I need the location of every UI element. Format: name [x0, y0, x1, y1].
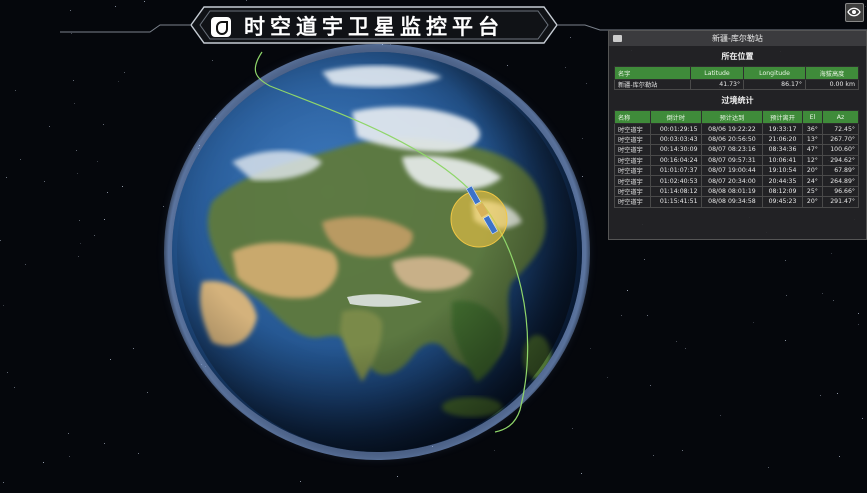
table-cell: 19:10:54 — [762, 164, 803, 177]
table-cell: 00:01:29:15 — [649, 123, 702, 135]
table-cell: 20° — [801, 196, 824, 208]
panel-header: 新疆-库尔勒站 — [609, 31, 866, 46]
camera-icon[interactable] — [613, 35, 622, 42]
eye-icon — [847, 7, 861, 17]
table-cell: 10:06:41 — [762, 154, 803, 166]
table-cell: 时空道宇 — [614, 175, 651, 187]
visibility-toggle-button[interactable] — [845, 3, 864, 22]
column-header: Longitude — [743, 66, 806, 80]
table-cell: 新疆-库尔勒站 — [614, 78, 691, 91]
table-cell: 67.89° — [822, 164, 859, 177]
table-cell: 08/08 09:34:58 — [700, 196, 764, 208]
table-cell: 36° — [801, 123, 824, 135]
table-cell: 08/06 20:56:50 — [700, 133, 764, 146]
column-header: 倒计时 — [649, 110, 702, 125]
table-cell: 00:14:30:09 — [649, 144, 702, 156]
table-row: 新疆-库尔勒站 41.73° 86.17° 0.00 km — [614, 78, 860, 91]
table-row[interactable]: 时空道宇 00:14:30:09 08/07 08:23:16 08:34:36 47°… — [614, 144, 859, 156]
table-cell: 时空道宇 — [614, 154, 651, 166]
table-row[interactable]: 时空道宇 00:16:04:24 08/07 09:57:31 10:06:41 12°… — [614, 154, 859, 166]
table-row[interactable]: 时空道宇 00:03:03:43 08/06 20:56:50 21:06:20 13°… — [614, 133, 859, 146]
table-cell: 19:33:17 — [762, 123, 803, 135]
table-cell: 时空道宇 — [614, 144, 651, 156]
table-cell: 时空道宇 — [614, 123, 651, 135]
table-cell: 100.60° — [822, 144, 859, 156]
table-cell: 00:03:03:43 — [649, 133, 702, 146]
table-cell: 41.73° — [689, 78, 745, 91]
table-cell: 24° — [801, 175, 824, 187]
table-cell: 96.66° — [822, 185, 859, 198]
table-cell: 时空道宇 — [614, 164, 651, 177]
table-cell: 72.45° — [822, 123, 859, 135]
table-cell: 13° — [801, 133, 824, 146]
table-cell: 86.17° — [743, 78, 806, 91]
table-row[interactable]: 时空道宇 01:02:40:53 08/07 20:34:00 20:44:35 24°… — [614, 175, 859, 187]
table-cell: 21:06:20 — [762, 133, 803, 146]
column-header: 名字 — [614, 66, 691, 80]
column-header: 海拔高度 — [804, 66, 860, 80]
table-cell: 09:45:23 — [762, 196, 803, 208]
table-row[interactable]: 时空道宇 01:15:41:51 08/08 09:34:58 09:45:23 20°… — [614, 196, 859, 208]
table-cell: 08/07 19:00:44 — [700, 164, 764, 177]
table-row[interactable]: 时空道宇 01:01:07:37 08/07 19:00:44 19:10:54 20°… — [614, 164, 859, 177]
column-header: 预计离开 — [762, 110, 803, 125]
table-cell: 20° — [801, 164, 824, 177]
table-cell: 0.00 km — [804, 78, 860, 91]
location-heading: 所在位置 — [721, 52, 754, 61]
table-cell: 08:34:36 — [762, 144, 803, 156]
pass-heading: 过境统计 — [721, 96, 754, 106]
table-cell: 47° — [801, 144, 824, 156]
location-table: 名字 Latitude Longitude 海拔高度 新疆-库尔勒站 41.73… — [614, 66, 860, 91]
table-cell: 01:14:08:12 — [649, 185, 702, 198]
table-cell: 291.47° — [822, 196, 859, 208]
ground-station-panel: 新疆-库尔勒站 所在位置 名字 Latitude Longitude 海拔高度 … — [608, 30, 867, 240]
table-cell: 267.70° — [822, 133, 859, 146]
table-cell: 20:44:35 — [762, 175, 803, 187]
table-cell: 08:12:09 — [762, 185, 803, 198]
table-cell: 08/07 09:57:31 — [700, 154, 764, 166]
table-cell: 时空道宇 — [614, 185, 651, 198]
table-cell: 01:01:07:37 — [649, 164, 702, 177]
column-header: Az — [822, 110, 859, 125]
table-cell: 12° — [801, 154, 824, 166]
table-row[interactable]: 时空道宇 00:01:29:15 08/06 19:22:22 19:33:17 36°… — [614, 123, 859, 135]
table-cell: 00:16:04:24 — [649, 154, 702, 166]
table-cell: 01:15:41:51 — [649, 196, 702, 208]
table-cell: 08/06 19:22:22 — [700, 123, 764, 135]
table-cell: 294.62° — [822, 154, 859, 166]
pass-table: 名称 倒计时 预计达到 预计离开 El Az 时空道宇 00:01:29:15 08… — [614, 110, 859, 208]
table-cell: 08/07 20:34:00 — [700, 175, 764, 187]
table-cell: 264.89° — [822, 175, 859, 187]
table-cell: 01:02:40:53 — [649, 175, 702, 187]
table-cell: 时空道宇 — [614, 196, 651, 208]
column-header: 预计达到 — [700, 110, 764, 125]
column-header[interactable]: 名称 — [614, 110, 651, 125]
table-cell: 08/07 08:23:16 — [700, 144, 764, 156]
column-header: Latitude — [689, 66, 745, 80]
column-header: El — [801, 110, 824, 125]
table-cell: 25° — [801, 185, 824, 198]
table-cell: 时空道宇 — [614, 133, 651, 146]
table-row[interactable]: 时空道宇 01:14:08:12 08/08 08:01:19 08:12:09 25°… — [614, 185, 859, 198]
station-name: 新疆-库尔勒站 — [712, 34, 763, 43]
table-cell: 08/08 08:01:19 — [700, 185, 764, 198]
